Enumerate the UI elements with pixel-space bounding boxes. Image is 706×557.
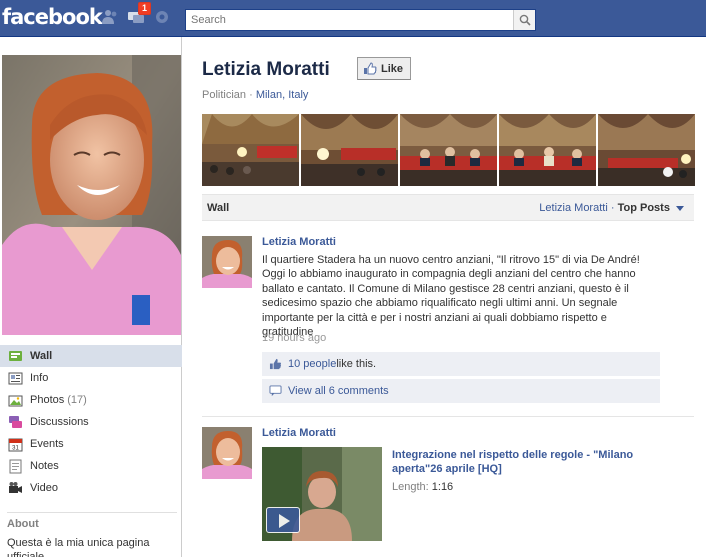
sidebar-item-video[interactable]: Video [0, 477, 182, 499]
wall-header: Wall Letizia Moratti · Top Posts [202, 194, 694, 221]
video-length-value: 1:16 [431, 481, 454, 493]
sidebar-item-label: Events [30, 438, 64, 450]
about-text: Questa è la mia unica pagina ufficiale [7, 537, 150, 557]
sidebar-item-notes[interactable]: Notes [0, 455, 182, 477]
strip-photo[interactable] [301, 114, 398, 186]
play-icon[interactable] [266, 507, 300, 533]
discussions-icon [9, 415, 22, 428]
post-divider [202, 416, 694, 417]
wall-filter-mode[interactable]: Top Posts [618, 202, 670, 214]
wall-post: Letizia Moratti Il quartiere Stadera ha … [202, 236, 694, 416]
sidebar-item-events[interactable]: 31 Events [0, 433, 182, 455]
facebook-logo[interactable]: facebook [2, 5, 103, 29]
page-title: Letizia Moratti [202, 59, 330, 80]
avatar[interactable] [202, 236, 252, 288]
subline-separator: · [249, 89, 256, 101]
post-author[interactable]: Letizia Moratti [262, 427, 336, 439]
strip-photo[interactable] [202, 114, 299, 186]
about-divider [7, 512, 177, 513]
strip-photo[interactable] [598, 114, 695, 186]
sidebar-item-photos[interactable]: Photos (17) [0, 389, 182, 411]
post-text: Il quartiere Stadera ha un nuovo centro … [262, 254, 640, 339]
page-category: Politician [202, 89, 247, 101]
wall-filter-name[interactable]: Letizia Moratti [539, 202, 607, 214]
wall-filter[interactable]: Letizia Moratti · Top Posts [539, 202, 684, 214]
info-icon [8, 372, 23, 384]
view-comments-link[interactable]: View all 6 comments [288, 385, 389, 397]
calendar-icon: 31 [8, 438, 23, 451]
photos-icon [8, 395, 23, 406]
photo-strip [202, 114, 696, 186]
sidebar-item-label: Info [30, 372, 49, 384]
page-subline: Politician · Milan, Italy [202, 89, 308, 101]
sidebar-nav: Wall Info Photos (17) Discussions 31 Eve… [0, 345, 182, 499]
notes-icon [9, 459, 22, 473]
chevron-down-icon[interactable] [676, 205, 684, 211]
likes-link[interactable]: 10 people [288, 358, 336, 370]
search-box [185, 9, 536, 31]
sidebar-item-info[interactable]: Info [0, 367, 182, 389]
sidebar-item-label: Photos [30, 394, 65, 406]
sidebar-item-wall[interactable]: Wall [0, 345, 182, 367]
photos-count: (17) [67, 394, 87, 406]
sidebar-item-label: Notes [30, 460, 59, 472]
likes-bar: 10 people like this. [262, 352, 660, 376]
sidebar-item-label: Video [30, 482, 58, 494]
filter-separator: · [610, 202, 618, 214]
comments-bar: View all 6 comments [262, 379, 660, 403]
video-title-link[interactable]: Integrazione nel rispetto delle regole -… [392, 449, 672, 476]
strip-photo[interactable] [400, 114, 497, 186]
post-author[interactable]: Letizia Moratti [262, 236, 336, 248]
avatar[interactable] [202, 427, 252, 479]
comment-icon [269, 385, 282, 397]
post-timestamp[interactable]: 19 hours ago [262, 332, 326, 344]
search-icon [519, 14, 531, 26]
profile-picture[interactable] [2, 55, 181, 335]
likes-suffix: like this. [336, 358, 377, 370]
left-column: Wall Info Photos (17) Discussions 31 Eve… [0, 37, 182, 557]
svg-text:31: 31 [12, 445, 19, 451]
wall-post: Letizia Moratti Integrazione nel rispett… [202, 427, 694, 557]
sidebar-item-label: Wall [30, 350, 53, 362]
video-thumbnail[interactable] [262, 447, 382, 541]
sidebar-item-discussions[interactable]: Discussions [0, 411, 182, 433]
video-length: Length: 1:16 [392, 481, 453, 493]
about-heading: About [7, 518, 39, 530]
page-location-link[interactable]: Milan, Italy [256, 89, 309, 101]
like-label: Like [381, 62, 404, 75]
thumbs-up-icon [269, 358, 282, 370]
search-button[interactable] [513, 10, 535, 30]
wall-title: Wall [207, 202, 230, 214]
video-length-label: Length: [392, 481, 429, 493]
notifications-icon[interactable] [152, 9, 172, 27]
strip-photo[interactable] [499, 114, 596, 186]
sidebar-item-label: Discussions [30, 416, 89, 428]
like-page-button[interactable]: Like [357, 57, 412, 80]
search-input[interactable] [186, 10, 506, 30]
friend-requests-icon[interactable] [100, 9, 120, 27]
notification-badge: 1 [138, 2, 152, 15]
thumbs-up-icon [364, 62, 377, 75]
video-camera-icon [9, 481, 22, 493]
wall-icon [9, 350, 22, 361]
top-bar: facebook 1 [0, 0, 706, 37]
